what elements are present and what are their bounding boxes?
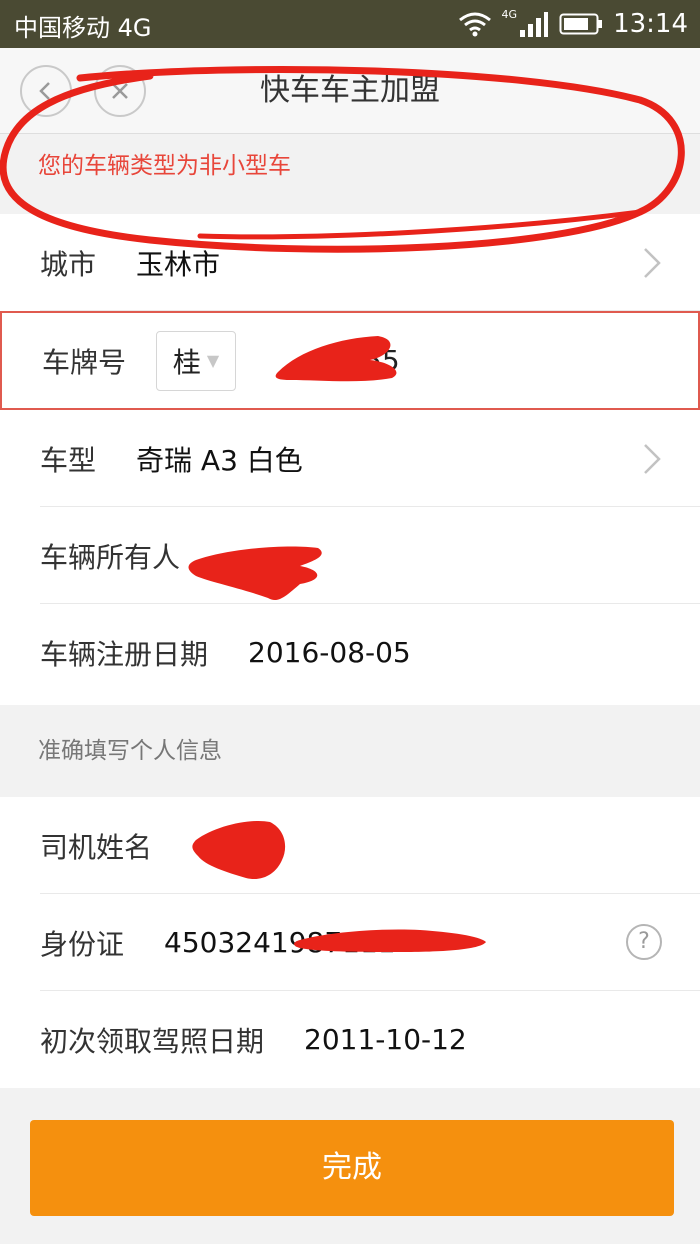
signal-icon (520, 12, 549, 37)
owner-row[interactable]: 车辆所有人 (0, 507, 700, 604)
model-value: 奇瑞 A3 白色 (136, 443, 303, 477)
driver-name-row[interactable]: 司机姓名 (0, 797, 700, 894)
status-bar: 中国移动 4G 4G 13:14 (0, 0, 700, 48)
chevron-right-icon (644, 444, 661, 474)
carrier-label: 中国移动 4G (14, 14, 152, 42)
id-card-value: 4503241987111 (164, 926, 396, 959)
clock: 13:14 (613, 9, 688, 39)
license-date-label: 初次领取驾照日期 (40, 1024, 265, 1058)
help-icon[interactable]: ? (626, 924, 662, 960)
city-label: 城市 (40, 247, 97, 281)
license-date-row[interactable]: 初次领取驾照日期 2011-10-12 (0, 991, 700, 1088)
page-title: 快车车主加盟 (260, 73, 440, 108)
model-row[interactable]: 车型 奇瑞 A3 白色 (0, 410, 700, 507)
city-row[interactable]: 城市 玉林市 (0, 214, 700, 311)
submit-button[interactable]: 完成 (30, 1120, 674, 1216)
city-value: 玉林市 (136, 247, 221, 281)
chevron-right-icon (644, 248, 661, 278)
plate-province-select[interactable]: 桂 ▼ (156, 330, 237, 391)
driver-name-label: 司机姓名 (40, 830, 153, 864)
vehicle-info-section: 城市 玉林市 车牌号 桂 ▼ 55 车型 奇瑞 A3 白色 车辆所有人 车辆注册… (0, 214, 700, 705)
nav-bar: 快车车主加盟 (0, 48, 700, 134)
registration-date-label: 车辆注册日期 (40, 637, 209, 671)
plate-row: 车牌号 桂 ▼ 55 (0, 311, 700, 410)
registration-date-row[interactable]: 车辆注册日期 2016-08-05 (0, 604, 700, 701)
id-card-row[interactable]: 身份证 4503241987111 ? (0, 894, 700, 991)
plate-label: 车牌号 (42, 345, 127, 379)
model-label: 车型 (40, 443, 97, 477)
battery-icon (559, 13, 603, 35)
id-card-label: 身份证 (40, 927, 125, 961)
plate-number-input[interactable]: 55 (364, 344, 400, 377)
status-icons: 4G 13:14 (458, 6, 688, 42)
caret-down-icon: ▼ (206, 351, 220, 370)
owner-label: 车辆所有人 (40, 540, 181, 574)
license-date-value: 2011-10-12 (304, 1023, 467, 1056)
wifi-icon (458, 12, 491, 37)
plate-province-value: 桂 (172, 345, 201, 379)
registration-date-value: 2016-08-05 (248, 636, 411, 669)
personal-info-header: 准确填写个人信息 (0, 705, 700, 797)
network-type-label: 4G (501, 7, 518, 21)
personal-info-section: 司机姓名 身份证 4503241987111 ? 初次领取驾照日期 2011-1… (0, 797, 700, 1088)
vehicle-type-warning: 您的车辆类型为非小型车 (0, 134, 700, 214)
